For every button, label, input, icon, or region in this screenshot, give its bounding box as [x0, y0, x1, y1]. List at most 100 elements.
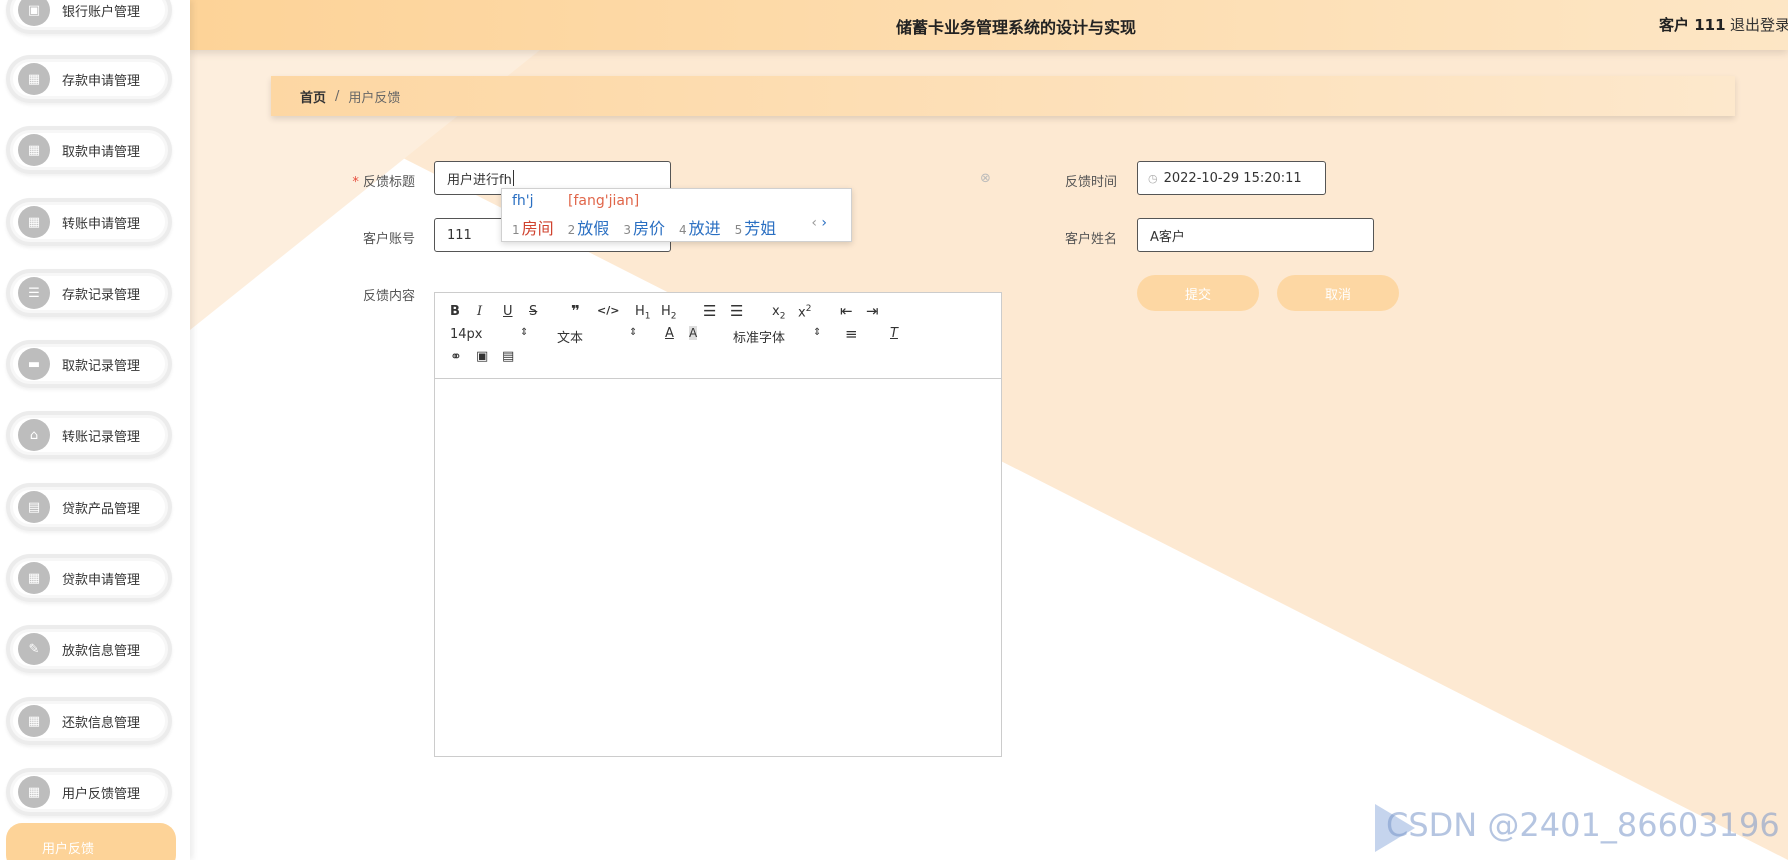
time-input-value: 2022-10-29 15:20:11 — [1163, 170, 1302, 186]
sidebar-item-label: 放款信息管理 — [62, 643, 141, 659]
quote-icon[interactable]: ❞ — [571, 302, 580, 320]
underline-icon[interactable]: U — [503, 304, 513, 319]
briefcase-icon: ▣ — [18, 0, 50, 26]
sidebar-item-repayment[interactable]: ▦ 还款信息管理 — [6, 697, 172, 745]
breadcrumb-current: 用户反馈 — [348, 90, 401, 106]
ime-candidate[interactable]: 4 放进 — [679, 215, 721, 239]
name-input-value: A客户 — [1150, 229, 1185, 245]
heading1-icon[interactable]: H1 — [635, 304, 651, 322]
sidebar-item-transfer-apply[interactable]: ▦ 转账申请管理 — [6, 198, 172, 246]
ime-candidate-popup: fh'j [fang'jian] 1 房间 2 放假 3 房价 4 放进 5 芳姐 ‹ › — [501, 188, 852, 242]
grid-icon: ▦ — [18, 705, 50, 737]
subscript-icon[interactable]: x2 — [772, 304, 785, 322]
ime-candidate[interactable]: 5 芳姐 — [735, 215, 777, 239]
select-arrow-icon: ⇕ — [813, 327, 822, 338]
clock-icon: ◷ — [1148, 171, 1158, 185]
time-input[interactable]: ◷ 2022-10-29 15:20:11 — [1137, 161, 1326, 195]
title-label: * 反馈标题 — [352, 175, 415, 190]
ordered-list-icon[interactable]: ☰ — [703, 302, 716, 320]
strikethrough-icon[interactable]: S — [529, 304, 537, 319]
sidebar-item-deposit-apply[interactable]: ▦ 存款申请管理 — [6, 55, 172, 103]
ime-candidate[interactable]: 1 房间 — [512, 215, 554, 239]
top-header: 储蓄卡业务管理系统的设计与实现 客户 111 退出登录 — [190, 0, 1788, 50]
sidebar-item-loan-product[interactable]: ▤ 贷款产品管理 — [6, 483, 172, 531]
app-title: 储蓄卡业务管理系统的设计与实现 — [896, 18, 1137, 37]
bullet-list-icon[interactable]: ☰ — [730, 302, 743, 320]
breadcrumb-separator: / — [335, 88, 340, 104]
ime-page-nav[interactable]: ‹ › — [811, 215, 827, 231]
time-label: 反馈时间 — [1064, 175, 1117, 190]
select-arrow-icon: ⇕ — [629, 327, 638, 338]
sidebar-item-label: 银行账户管理 — [62, 4, 141, 20]
sidebar-item-transfer-record[interactable]: ⌂ 转账记录管理 — [6, 411, 172, 459]
font-color-icon[interactable]: A — [665, 326, 674, 341]
code-icon[interactable]: </> — [597, 304, 619, 317]
sidebar-item-disbursement[interactable]: ✎ 放款信息管理 — [6, 625, 172, 673]
breadcrumb: 首页 / 用户反馈 — [271, 76, 1735, 116]
sidebar-item-withdraw-record[interactable]: ▬ 取款记录管理 — [6, 340, 172, 388]
video-icon[interactable]: ▤ — [502, 349, 514, 364]
content-label: 反馈内容 — [362, 289, 415, 304]
font-family-select[interactable]: 标准字体 ⇕ — [733, 327, 821, 346]
indent-icon[interactable]: ⇥ — [866, 302, 879, 320]
sidebar-item-label: 取款记录管理 — [62, 358, 141, 374]
grid-icon: ▦ — [18, 63, 50, 95]
sidebar-item-feedback-manage[interactable]: ▦ 用户反馈管理 — [6, 768, 172, 816]
sidebar-item-withdraw-apply[interactable]: ▦ 取款申请管理 — [6, 126, 172, 174]
grid-icon: ▦ — [18, 134, 50, 166]
sidebar-item-label: 取款申请管理 — [62, 144, 141, 160]
sidebar-item-label: 用户反馈 — [42, 841, 95, 857]
sidebar-item-deposit-record[interactable]: ☰ 存款记录管理 — [6, 269, 172, 317]
ime-candidate[interactable]: 2 放假 — [568, 215, 610, 239]
required-mark: * — [352, 175, 359, 190]
sidebar-item-feedback[interactable]: 用户反馈 — [6, 823, 176, 860]
ime-candidate[interactable]: 3 房价 — [623, 215, 665, 239]
ime-pinyin: [fang'jian] — [568, 193, 640, 209]
sidebar-item-label: 转账申请管理 — [62, 216, 141, 232]
watermark-text: CSDN @2401_86603196 — [1386, 806, 1780, 844]
submit-button[interactable]: 提交 — [1137, 275, 1259, 311]
sidebar-item-label: 贷款申请管理 — [62, 572, 141, 588]
name-input[interactable]: A客户 — [1137, 218, 1374, 252]
grid-icon: ▦ — [18, 206, 50, 238]
clipboard-icon: ✎ — [18, 633, 50, 665]
sidebar-item-label: 存款申请管理 — [62, 73, 141, 89]
logout-link[interactable]: 退出登录 — [1730, 14, 1788, 35]
rich-text-editor: B I U S ❞ </> H1 H2 ☰ ☰ x2 x2 ⇤ ⇥ 14px ⇕ … — [434, 292, 1002, 757]
outdent-icon[interactable]: ⇤ — [840, 302, 853, 320]
chart-icon: ▤ — [18, 491, 50, 523]
ticket-icon: ▬ — [18, 348, 50, 380]
sidebar-item-bank-account[interactable]: ▣ 银行账户管理 — [6, 0, 172, 34]
superscript-icon[interactable]: x2 — [798, 304, 811, 320]
block-type-select[interactable]: 文本 ⇕ — [557, 327, 637, 346]
bold-icon[interactable]: B — [450, 304, 460, 319]
editor-toolbar: B I U S ❞ </> H1 H2 ☰ ☰ x2 x2 ⇤ ⇥ 14px ⇕ … — [435, 293, 1001, 379]
breadcrumb-home[interactable]: 首页 — [300, 87, 326, 106]
grid-icon: ▦ — [18, 776, 50, 808]
cancel-button[interactable]: 取消 — [1277, 275, 1399, 311]
account-label: 客户账号 — [362, 232, 415, 247]
ime-candidate-list: 1 房间 2 放假 3 房价 4 放进 5 芳姐 — [512, 215, 776, 239]
title-input-value: 用户进行fh — [447, 172, 512, 188]
grid-icon: ▦ — [18, 562, 50, 594]
current-user: 客户 111 — [1659, 16, 1726, 34]
background-color-icon[interactable]: A — [689, 326, 698, 340]
clear-icon[interactable]: ⊗ — [980, 171, 991, 186]
clear-format-icon[interactable]: T — [890, 326, 898, 341]
list-icon: ☰ — [18, 277, 50, 309]
italic-icon[interactable]: I — [477, 304, 482, 319]
account-input-value: 111 — [447, 227, 472, 243]
image-icon[interactable]: ▣ — [476, 349, 488, 364]
home-share-icon: ⌂ — [18, 419, 50, 451]
ime-composition: fh'j — [512, 193, 534, 209]
sidebar: ▣ 银行账户管理 ▦ 存款申请管理 ▦ 取款申请管理 ▦ 转账申请管理 ☰ 存款… — [0, 0, 190, 860]
heading2-icon[interactable]: H2 — [661, 304, 677, 322]
align-icon[interactable]: ≡ — [845, 325, 858, 343]
editor-content[interactable] — [435, 379, 1001, 757]
link-icon[interactable]: ⚭ — [450, 349, 462, 365]
sidebar-item-label: 用户反馈管理 — [62, 786, 141, 802]
sidebar-item-label: 转账记录管理 — [62, 429, 141, 445]
sidebar-item-label: 存款记录管理 — [62, 287, 141, 303]
font-size-select[interactable]: 14px ⇕ — [450, 327, 528, 342]
sidebar-item-loan-apply[interactable]: ▦ 贷款申请管理 — [6, 554, 172, 602]
